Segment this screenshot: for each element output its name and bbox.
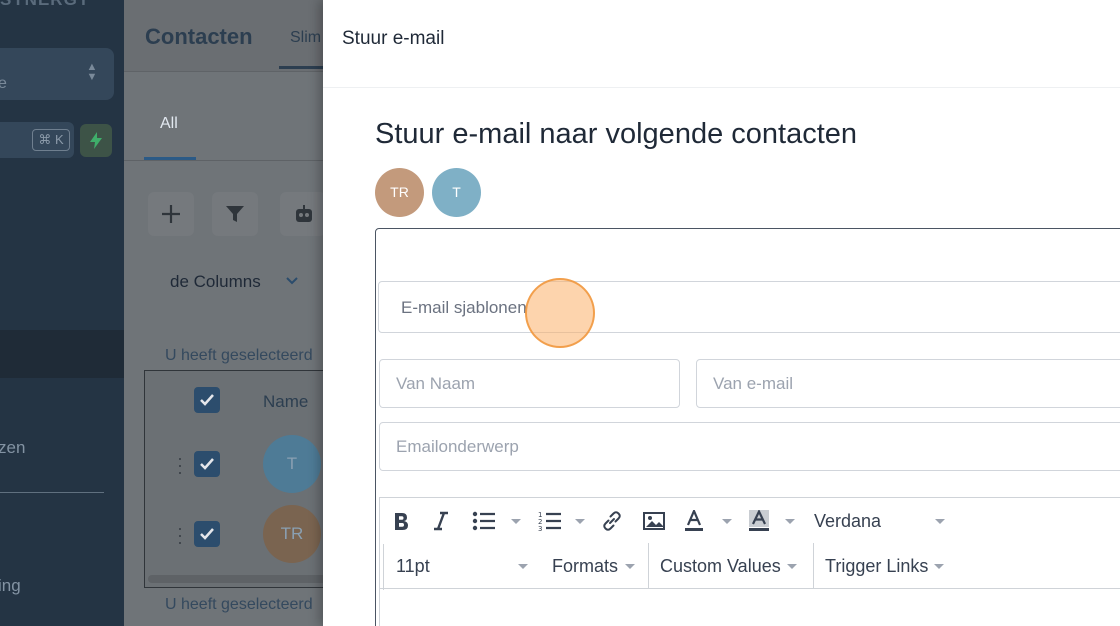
from-name-input[interactable] <box>379 359 680 408</box>
lightning-icon <box>90 132 102 149</box>
chevron-down-icon[interactable] <box>511 519 521 524</box>
page-header: Contacten Slim <box>124 0 324 72</box>
check-icon <box>200 394 214 406</box>
chevron-down-icon[interactable] <box>722 519 732 524</box>
editor-toolbar-row: 123 Verdana <box>380 498 1120 544</box>
filter-icon <box>226 206 244 222</box>
email-template-select[interactable]: E-mail sjablonen <box>378 281 1120 333</box>
robot-icon <box>296 205 312 222</box>
avatar[interactable]: T <box>263 435 321 493</box>
sidebar: SYNERGY e ▲▼ ⌘ K zen ing <box>0 0 124 626</box>
sidebar-divider <box>0 492 104 493</box>
filter-button[interactable] <box>212 192 258 236</box>
chevron-updown-icon: ▲ ▼ <box>86 61 98 83</box>
svg-text:3: 3 <box>538 525 542 532</box>
drawer-title: Stuur e-mail <box>342 28 445 49</box>
editor-toolbar-row: 11pt Formats Custom Values Trigger Links <box>380 543 1120 589</box>
recipient-avatar[interactable]: TR <box>375 168 424 217</box>
row-checkbox[interactable] <box>194 451 220 477</box>
font-family-select[interactable]: Verdana <box>814 498 881 544</box>
selection-info: U heeft geselecteerd <box>165 596 313 613</box>
page-title: Contacten <box>145 24 253 49</box>
sidebar-item-label[interactable]: zen <box>0 438 25 458</box>
chevron-down-icon[interactable] <box>575 519 585 524</box>
formats-menu[interactable]: Formats <box>552 543 618 589</box>
divider <box>124 160 324 161</box>
from-email-input[interactable] <box>696 359 1120 408</box>
italic-icon <box>434 511 448 531</box>
click-indicator <box>525 278 595 348</box>
send-email-drawer: Stuur e-mail Stuur e-mail naar volgende … <box>323 0 1120 626</box>
horizontal-scrollbar[interactable] <box>148 575 324 583</box>
bold-button[interactable] <box>392 498 410 544</box>
contacts-page: Contacten Slim All de Columns U heeft ge… <box>124 0 324 626</box>
image-icon <box>643 512 665 530</box>
avatar[interactable]: TR <box>263 505 321 563</box>
drag-handle-icon[interactable]: · · · <box>177 449 183 481</box>
chevron-down-icon[interactable] <box>518 564 528 569</box>
bullet-list-button[interactable] <box>472 498 496 544</box>
text-color-icon <box>685 510 703 531</box>
active-tab-underline <box>279 66 324 69</box>
automation-button[interactable] <box>280 192 324 236</box>
font-size-select[interactable]: 11pt <box>396 543 430 589</box>
text-color-button[interactable] <box>683 498 705 544</box>
tab-smart-lists[interactable]: Slim <box>290 29 321 47</box>
toolbar-divider <box>813 543 814 589</box>
insert-link-button[interactable] <box>601 498 623 544</box>
italic-button[interactable] <box>432 498 450 544</box>
search-shortcut: ⌘ K <box>32 129 70 151</box>
chevron-down-icon[interactable] <box>934 564 944 569</box>
check-icon <box>200 458 214 470</box>
plus-icon <box>162 205 180 223</box>
location-name: e <box>0 75 7 92</box>
brand-logo-text: SYNERGY <box>0 0 90 10</box>
location-switcher[interactable]: e ▲ ▼ <box>0 48 114 100</box>
drawer-header: Stuur e-mail <box>323 0 1120 88</box>
tab-all[interactable]: All <box>160 115 178 133</box>
selection-info: U heeft geselecteerd <box>165 347 313 364</box>
chevron-down-icon[interactable] <box>935 519 945 524</box>
insert-image-button[interactable] <box>643 498 665 544</box>
recipient-avatar[interactable]: T <box>432 168 481 217</box>
select-all-checkbox[interactable] <box>194 387 220 413</box>
form-title: Stuur e-mail naar volgende contacten <box>375 118 858 150</box>
sidebar-item-active[interactable] <box>0 330 124 378</box>
chevron-down-icon[interactable] <box>785 519 795 524</box>
bold-icon <box>395 513 408 530</box>
template-placeholder: E-mail sjablonen <box>401 298 527 317</box>
column-header-name[interactable]: Name <box>263 392 308 412</box>
quick-action-button[interactable] <box>80 124 112 157</box>
toolbar-divider <box>648 543 649 589</box>
link-icon <box>603 511 621 531</box>
drag-handle-icon[interactable]: · · · <box>177 519 183 551</box>
check-icon <box>200 528 214 540</box>
custom-values-menu[interactable]: Custom Values <box>660 543 781 589</box>
background-color-button[interactable] <box>748 498 770 544</box>
subject-input[interactable] <box>379 422 1120 471</box>
numbered-list-icon: 123 <box>538 511 561 532</box>
bullet-list-icon <box>472 511 495 531</box>
sidebar-item-label[interactable]: ing <box>0 576 21 596</box>
background-color-icon <box>749 510 769 531</box>
rich-text-editor: 123 Verdana 11pt Formats Custom Values T… <box>379 497 1120 626</box>
trigger-links-menu[interactable]: Trigger Links <box>825 543 928 589</box>
add-contact-button[interactable] <box>148 192 194 236</box>
chevron-down-icon <box>286 277 298 285</box>
chevron-down-icon[interactable] <box>787 564 797 569</box>
row-checkbox[interactable] <box>194 521 220 547</box>
columns-button[interactable]: de Columns <box>170 272 261 292</box>
chevron-down-icon[interactable] <box>625 564 635 569</box>
numbered-list-button[interactable]: 123 <box>538 498 562 544</box>
